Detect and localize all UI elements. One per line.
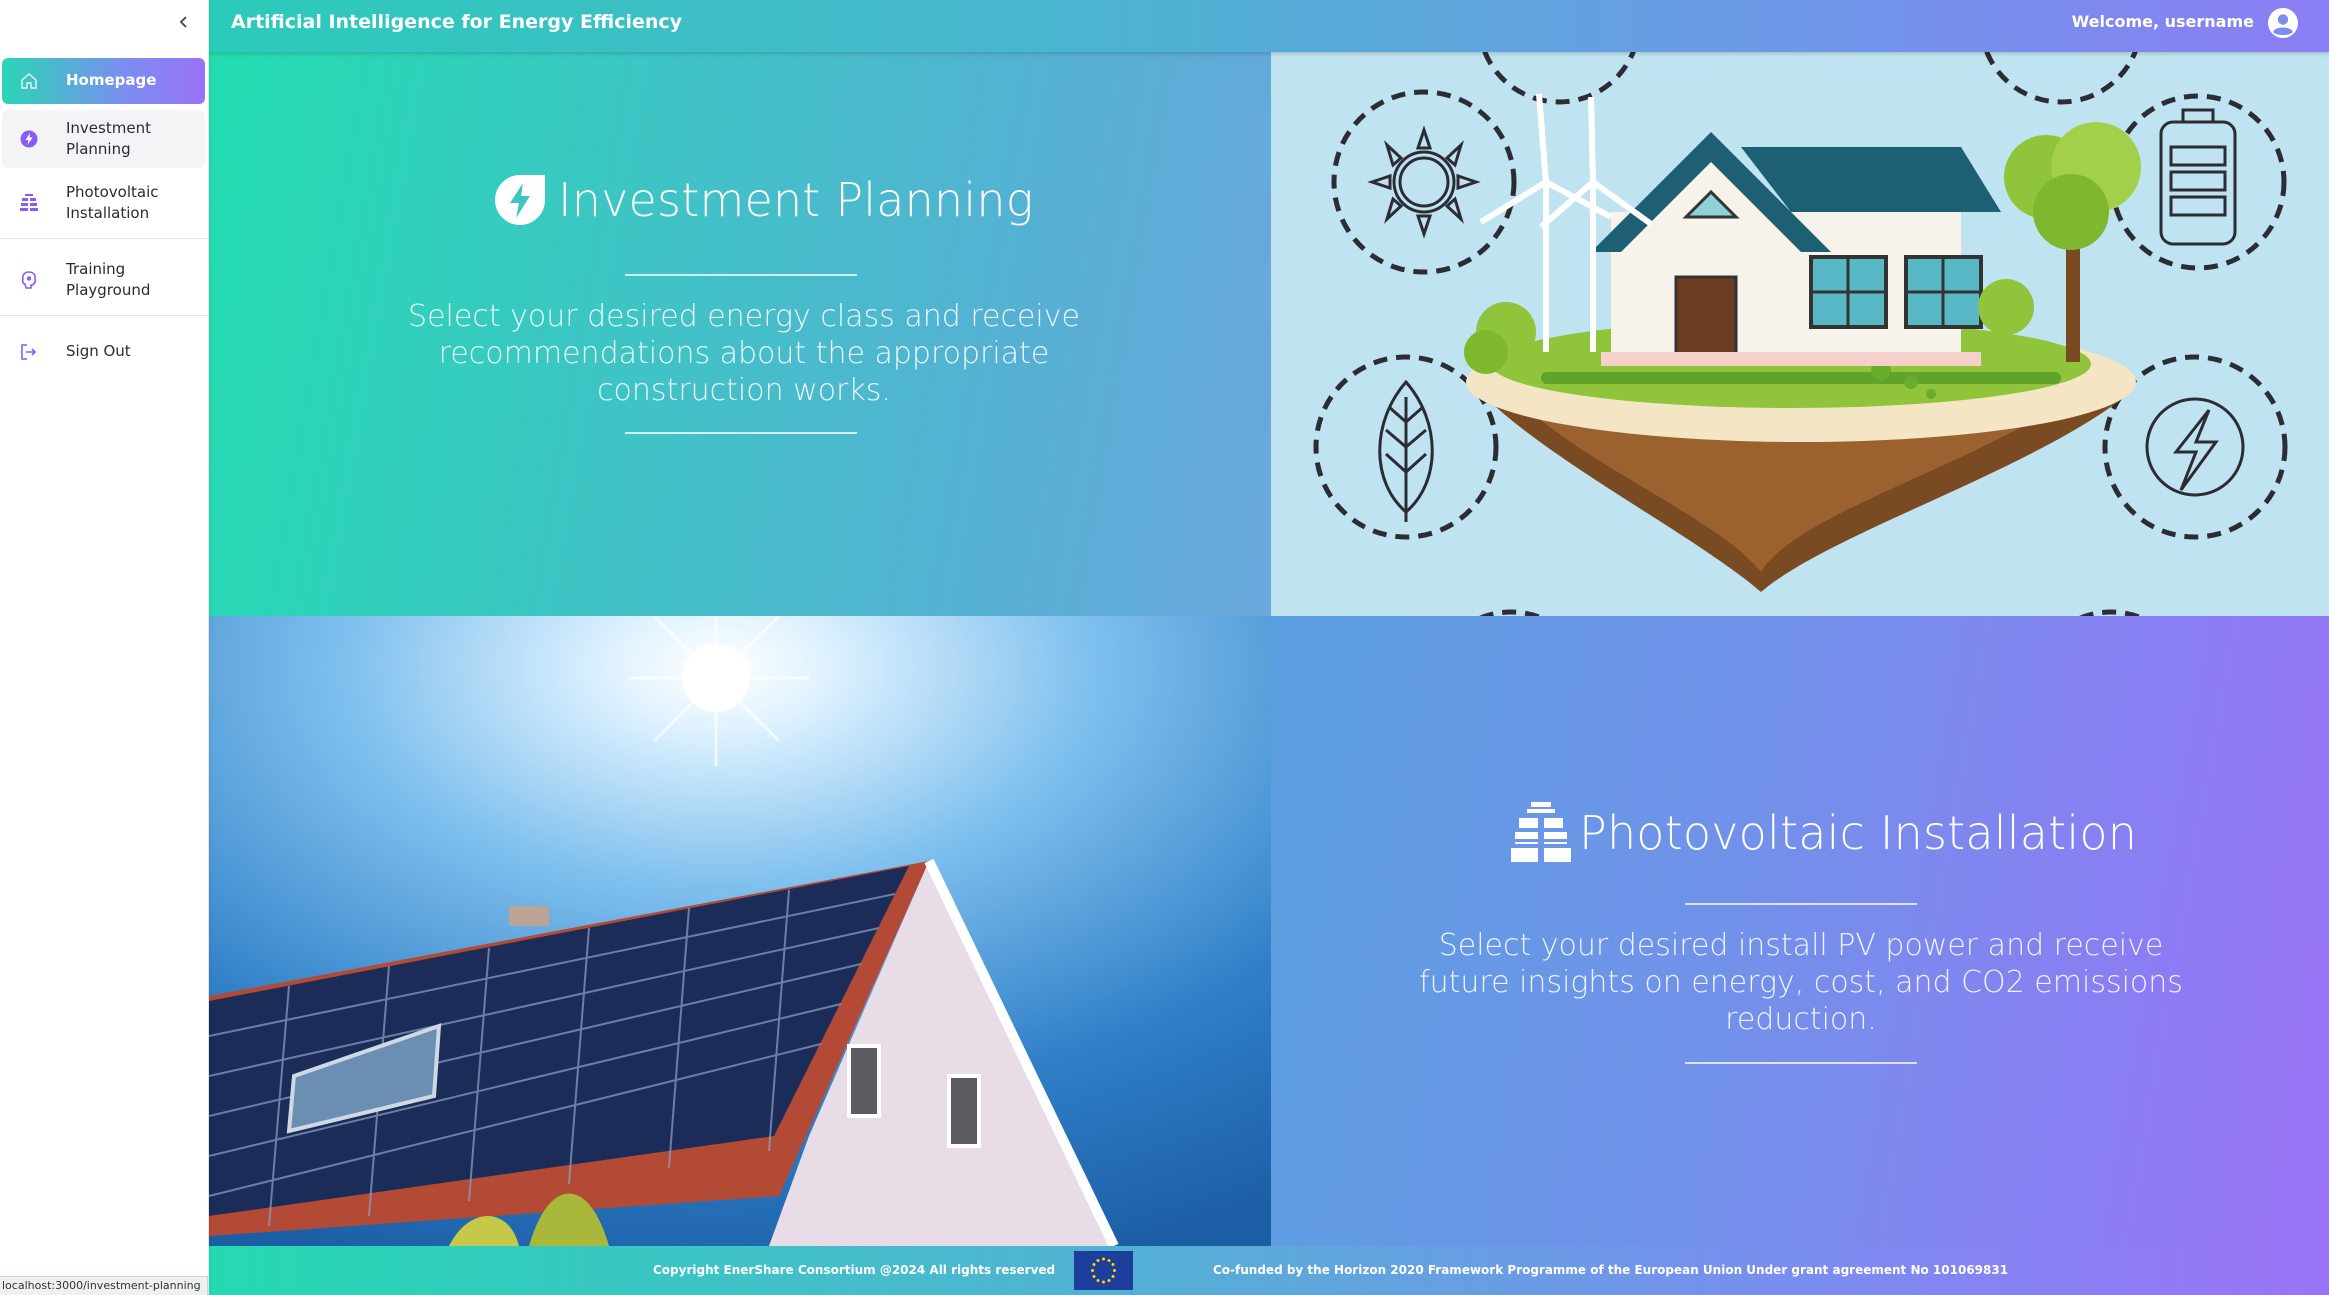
leaf-icon xyxy=(1378,379,1434,522)
bolt-icon xyxy=(18,128,40,150)
cofunded-text: Co-funded by the Horizon 2020 Framework … xyxy=(1213,1263,2009,1277)
bolt-icon xyxy=(495,175,545,225)
sidebar-item-label-line1: Photovoltaic xyxy=(66,183,159,201)
user-avatar-icon[interactable] xyxy=(2267,7,2299,39)
card-title-text: Photovoltaic Installation xyxy=(1579,806,2138,860)
home-icon xyxy=(18,70,40,92)
sidebar-divider xyxy=(0,315,209,316)
top-header: Artificial Intelligence for Energy Effic… xyxy=(209,0,2329,52)
energy-house-illustration xyxy=(1271,52,2329,616)
sun-icon xyxy=(1367,125,1481,239)
solar-roof-photo xyxy=(209,616,1271,1246)
sidebar-item-label-line2: Installation xyxy=(66,204,150,222)
solar-panel-icon xyxy=(18,192,40,214)
page-footer: Copyright EnerShare Consortium @2024 All… xyxy=(209,1246,2329,1295)
title-divider xyxy=(625,274,857,276)
sidebar-item-photovoltaic-installation[interactable]: Photovoltaic Installation xyxy=(2,174,205,232)
description-divider xyxy=(625,432,857,434)
photovoltaic-installation-card[interactable]: Photovoltaic Installation Select your de… xyxy=(1271,616,2329,1246)
sidebar-item-homepage[interactable]: Homepage xyxy=(2,58,205,104)
photovoltaic-installation-description: Select your desired install PV power and… xyxy=(1419,928,2183,1037)
sidebar-divider xyxy=(0,238,209,239)
copyright-text: Copyright EnerShare Consortium @2024 All… xyxy=(653,1263,1056,1277)
sidebar-item-label-line2: Planning xyxy=(66,140,131,158)
investment-planning-description: Select your desired energy class and rec… xyxy=(408,299,1080,408)
sidebar-item-sign-out[interactable]: Sign Out xyxy=(2,328,205,376)
sidebar-item-investment-planning[interactable]: Investment Planning xyxy=(2,110,205,168)
sidebar-item-label-line1: Training xyxy=(66,260,126,278)
sidebar-item-training-playground[interactable]: Training Playground xyxy=(2,251,205,309)
floating-island-house-image xyxy=(1313,52,2288,616)
investment-planning-title: Investment Planning xyxy=(492,172,1034,228)
house-graphic xyxy=(1591,132,2001,366)
eu-flag-icon xyxy=(1074,1251,1133,1290)
sidebar-item-label-line2: Playground xyxy=(66,281,151,299)
welcome-text: Welcome, username xyxy=(2071,12,2254,31)
chevron-left-icon xyxy=(179,16,187,28)
sidebar-item-label: Sign Out xyxy=(66,342,131,360)
house-with-solar-panels-image xyxy=(209,616,1271,1246)
sign-out-icon xyxy=(18,341,40,363)
app-title: Artificial Intelligence for Energy Effic… xyxy=(231,11,683,33)
photovoltaic-installation-title: Photovoltaic Installation xyxy=(1511,802,2137,864)
energy-bolt-icon xyxy=(2145,397,2245,497)
solar-panel-icon xyxy=(1511,802,1571,864)
battery-icon xyxy=(2159,108,2237,246)
sidebar-item-label-line1: Investment xyxy=(66,119,151,137)
sidebar-nav: Homepage Investment Planning Photovoltai… xyxy=(0,58,209,382)
browser-status-url: localhost:3000/investment-planning xyxy=(0,1276,208,1295)
description-divider xyxy=(1685,1062,1917,1064)
sidebar: Homepage Investment Planning Photovoltai… xyxy=(0,0,209,1295)
sidebar-item-label: Homepage xyxy=(66,71,157,89)
collapse-sidebar-button[interactable] xyxy=(172,10,196,34)
card-title-text: Investment Planning xyxy=(558,173,1034,227)
investment-planning-card[interactable]: Investment Planning Select your desired … xyxy=(209,52,1271,616)
brain-icon xyxy=(18,269,40,291)
title-divider xyxy=(1685,903,1917,905)
